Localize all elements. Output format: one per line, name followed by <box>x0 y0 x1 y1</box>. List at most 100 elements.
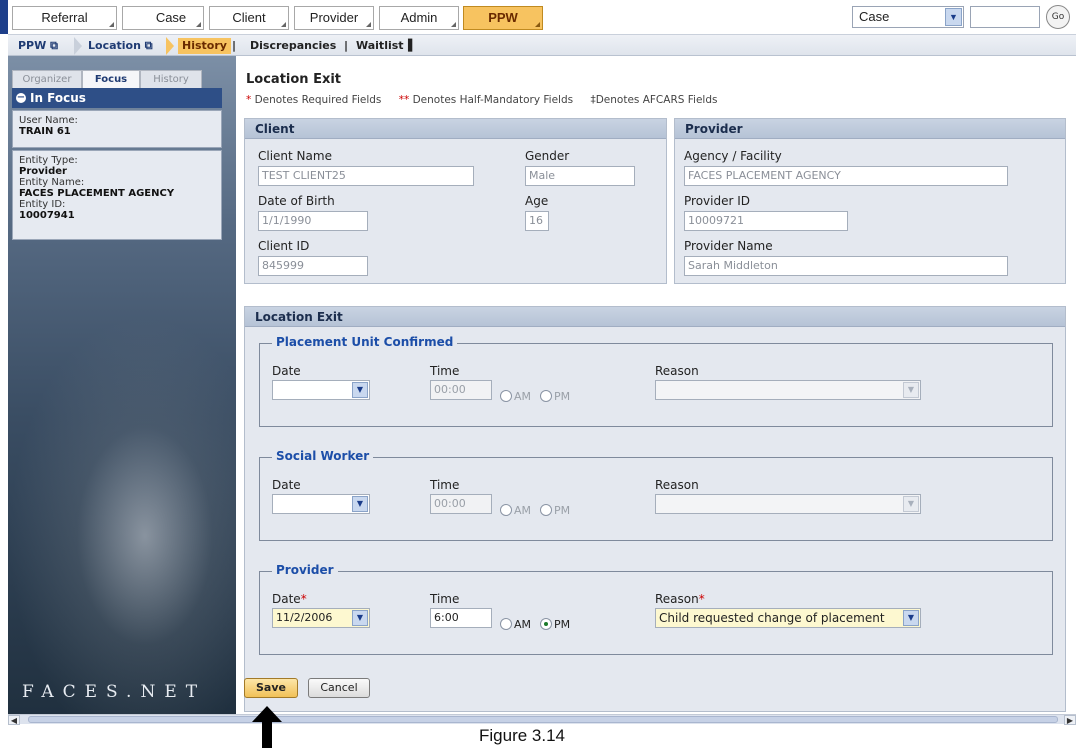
chevron-down-icon[interactable]: ▼ <box>903 382 919 398</box>
window-icon: ⧉ <box>144 39 153 52</box>
reason-select[interactable]: ▼ <box>655 494 921 514</box>
chevron-down-icon[interactable]: ▼ <box>945 8 962 26</box>
reason-select[interactable]: ▼ <box>655 380 921 400</box>
date-select[interactable]: ▼ <box>272 494 370 514</box>
time-field[interactable]: 00:00 <box>430 494 492 514</box>
collapse-icon[interactable]: − <box>16 93 26 103</box>
required-marker: * <box>246 94 252 106</box>
time-label: Time <box>430 364 460 378</box>
hands-photo <box>8 316 236 714</box>
dob-label: Date of Birth <box>258 194 335 208</box>
nav-tab-case[interactable]: Case <box>122 6 204 30</box>
legend-afcars: Denotes AFCARS Fields <box>595 94 718 106</box>
nav-tab-referral[interactable]: Referral <box>12 6 117 30</box>
user-info-box: User Name: TRAIN 61 <box>12 110 222 148</box>
section-title: Placement Unit Confirmed <box>272 335 458 349</box>
breadcrumb-label: Location <box>88 39 141 52</box>
am-radio[interactable]: AM <box>500 618 531 632</box>
cancel-button[interactable]: Cancel <box>308 678 370 698</box>
chevron-down-icon[interactable]: ▼ <box>352 382 368 398</box>
nav-tab-label: PPW <box>488 10 518 25</box>
provider-panel-header: Provider <box>675 119 1065 139</box>
reason-select[interactable]: Child requested change of placement ▼ <box>655 608 921 628</box>
in-focus-header[interactable]: − In Focus <box>12 88 222 108</box>
provider-panel: Provider Agency / Facility FACES PLACEME… <box>674 118 1066 284</box>
location-exit-header: Location Exit <box>245 307 1065 327</box>
client-id-field: 845999 <box>258 256 368 276</box>
tab-corner-icon <box>281 22 286 27</box>
tab-corner-icon <box>196 22 201 27</box>
nav-tab-provider[interactable]: Provider <box>294 6 374 30</box>
pm-radio[interactable]: PM <box>540 504 570 518</box>
reason-label-text: Reason <box>655 592 699 606</box>
sidebar-tab-organizer[interactable]: Organizer <box>12 70 82 88</box>
in-focus-title: In Focus <box>30 91 86 105</box>
pm-radio[interactable]: PM <box>540 390 570 404</box>
client-panel: Client Client Name TEST CLIENT25 Gender … <box>244 118 667 284</box>
nav-tab-admin[interactable]: Admin <box>379 6 459 30</box>
tab-corner-icon <box>535 22 540 27</box>
tab-corner-icon <box>366 22 371 27</box>
top-navigation-bar: Referral Case Client Provider Admin PPW … <box>0 0 1076 34</box>
chevron-down-icon[interactable]: ▼ <box>352 610 368 626</box>
tab-corner-icon <box>451 22 456 27</box>
nav-tab-label: Referral <box>41 10 88 25</box>
faces-net-logo: FACES.NET <box>22 682 207 702</box>
radio-circle-icon <box>500 618 512 630</box>
am-radio[interactable]: AM <box>500 390 531 404</box>
age-field: 16 <box>525 211 549 231</box>
pointer-arrow-icon <box>252 706 282 748</box>
date-label: Date* <box>272 592 307 606</box>
breadcrumb-history[interactable]: History <box>178 38 231 54</box>
nav-tab-ppw[interactable]: PPW <box>463 6 543 30</box>
breadcrumb-waitlist[interactable]: Waitlist <box>356 38 404 54</box>
chevron-down-icon[interactable]: ▼ <box>903 610 919 626</box>
required-marker: * <box>698 592 705 606</box>
breadcrumb-divider: | <box>232 39 237 52</box>
save-button[interactable]: Save <box>244 678 298 698</box>
scrollbar-thumb[interactable] <box>28 716 1058 723</box>
sidebar-tab-history[interactable]: History <box>140 70 202 88</box>
time-field[interactable]: 00:00 <box>430 380 492 400</box>
pm-label: PM <box>554 618 571 631</box>
pm-label: PM <box>554 504 571 517</box>
am-radio[interactable]: AM <box>500 504 531 518</box>
date-select[interactable]: 11/2/2006 ▼ <box>272 608 370 628</box>
time-field[interactable]: 6:00 <box>430 608 492 628</box>
section-title: Provider <box>272 563 338 577</box>
entity-type-label: Entity Type: <box>19 155 78 166</box>
figure-caption: Figure 3.14 <box>479 726 565 745</box>
reason-label: Reason <box>655 364 699 378</box>
provider-id-field: 10009721 <box>684 211 848 231</box>
breadcrumb-discrepancies[interactable]: Discrepancies <box>250 38 336 54</box>
scroll-right-icon[interactable]: ▶ <box>1064 715 1076 725</box>
date-value: 11/2/2006 <box>276 611 333 624</box>
field-legend: * Denotes Required Fields ** Denotes Hal… <box>246 94 731 106</box>
nav-tab-client[interactable]: Client <box>209 6 289 30</box>
date-select[interactable]: ▼ <box>272 380 370 400</box>
entity-info-box: Entity Type: Provider Entity Name: FACES… <box>12 150 222 240</box>
tab-corner-icon <box>109 22 114 27</box>
breadcrumb-ppw[interactable]: PPW ⧉ <box>18 38 58 54</box>
age-label: Age <box>525 194 549 208</box>
breadcrumb: PPW ⧉ Location ⧉ History | Discrepancies… <box>8 34 1076 56</box>
chevron-down-icon[interactable]: ▼ <box>903 496 919 512</box>
go-button[interactable]: Go <box>1046 5 1070 29</box>
am-label: AM <box>514 390 532 403</box>
chevron-down-icon[interactable]: ▼ <box>352 496 368 512</box>
horizontal-scrollbar[interactable]: ◀ ▶ <box>8 714 1076 725</box>
breadcrumb-location[interactable]: Location ⧉ <box>88 38 153 54</box>
radio-circle-icon <box>540 390 552 402</box>
entity-id-label: Entity ID: <box>19 199 66 210</box>
reason-value: Child requested change of placement <box>659 611 885 625</box>
entity-name-value: FACES PLACEMENT AGENCY <box>19 188 175 199</box>
provider-id-label: Provider ID <box>684 194 750 208</box>
search-input[interactable] <box>970 6 1040 28</box>
sidebar-tab-focus[interactable]: Focus <box>82 70 140 88</box>
date-label: Date <box>272 364 301 378</box>
scroll-left-icon[interactable]: ◀ <box>8 715 20 725</box>
radio-selected-icon <box>540 618 552 630</box>
search-type-select[interactable]: Case ▼ <box>852 6 964 28</box>
nav-tab-label: Provider <box>309 10 359 25</box>
pm-radio[interactable]: PM <box>540 618 570 632</box>
